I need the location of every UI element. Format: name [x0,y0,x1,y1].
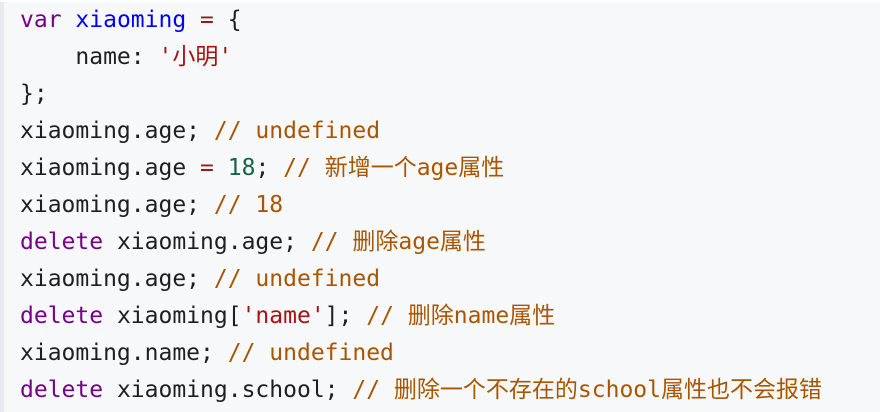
comment: // 18 [213,192,284,218]
keyword: delete [20,229,104,255]
comment: // 删除age属性 [310,229,486,255]
keyword: delete [20,303,104,329]
code-line-3: }; [20,76,880,113]
comment: // undefined [213,266,381,292]
code-block: var xiaoming = { name: '小明' }; xiaoming.… [0,2,880,412]
variable-name: xiaoming [75,7,187,33]
code-text: xiaoming.age [20,155,187,181]
semicolon: ; [255,155,270,181]
operator: = [200,7,214,33]
code-text: xiaoming[ [116,303,242,329]
operator: = [200,155,214,181]
code-line-11: delete xiaoming.school; // 删除一个不存在的schoo… [20,372,880,409]
property: name: [75,44,145,70]
code-line-2: name: '小明' [20,39,880,76]
keyword: delete [20,377,104,403]
code-text: xiaoming.age; [20,192,201,218]
string-literal: 'name' [241,303,325,329]
code-text: }; [20,81,48,107]
code-line-4: xiaoming.age; // undefined [20,113,880,150]
comment: // 新增一个age属性 [283,155,505,181]
string-literal: '小明' [158,44,233,70]
code-line-8: xiaoming.age; // undefined [20,261,880,298]
code-line-10: xiaoming.name; // undefined [20,335,880,372]
code-text: ]; [324,303,353,329]
comment: // 删除name属性 [366,303,556,329]
code-line-9: delete xiaoming['name']; // 删除name属性 [20,298,880,335]
keyword: var [20,7,62,33]
code-line-6: xiaoming.age; // 18 [20,187,880,224]
code-line-5: xiaoming.age = 18; // 新增一个age属性 [20,150,880,187]
comment: // undefined [213,118,381,144]
code-text: xiaoming.school; [116,377,339,403]
code-text: xiaoming.age; [116,229,297,255]
comment: // 删除一个不存在的school属性也不会报错 [352,377,822,403]
comment: // undefined [227,340,394,366]
code-text: xiaoming.name; [20,340,214,366]
number-literal: 18 [227,155,256,181]
code-line-7: delete xiaoming.age; // 删除age属性 [20,224,880,261]
code-line-1: var xiaoming = { [20,2,880,39]
brace: { [227,7,242,33]
code-text: xiaoming.age; [20,266,201,292]
code-text: xiaoming.age; [20,118,201,144]
